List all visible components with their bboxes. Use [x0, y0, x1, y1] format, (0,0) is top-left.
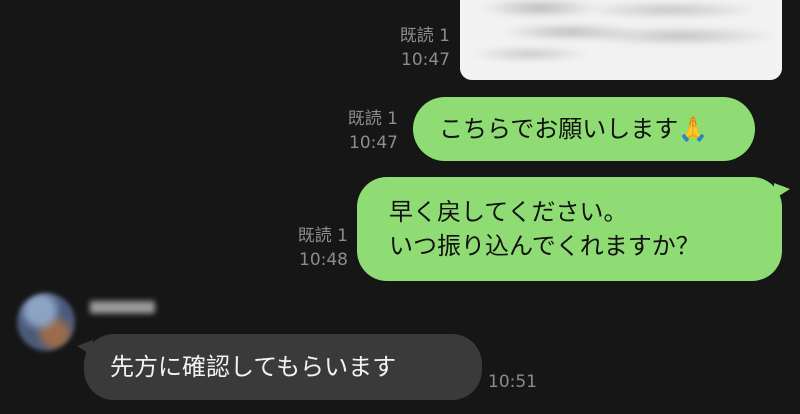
sender-avatar[interactable] [17, 293, 75, 351]
read-receipt: 既読 1 [399, 26, 450, 46]
outgoing-message-bubble[interactable]: 早く戻してください。 いつ振り込んでくれますか？ [357, 177, 790, 281]
sender-name-blurred: ▆▆▆▆▆▆ [90, 298, 155, 314]
message-text-line: 早く戻してください。 [389, 198, 628, 226]
message-meta: 既読 1 10:47 [372, 24, 450, 72]
blurred-image-content [460, 0, 782, 80]
message-meta: 既読 1 10:48 [270, 224, 348, 272]
message-time: 10:51 [488, 372, 537, 392]
outgoing-message-bubble[interactable]: こちらでお願いします🙏 [413, 97, 755, 161]
message-text-line: いつ振り込んでくれますか？ [389, 232, 700, 260]
message-time: 10:47 [349, 133, 398, 153]
incoming-message-bubble[interactable]: 先方に確認してもらいます [77, 334, 482, 400]
message-meta: 既読 1 10:47 [320, 107, 398, 155]
image-message[interactable] [460, 0, 782, 80]
message-time: 10:48 [299, 250, 348, 270]
message-time: 10:47 [401, 50, 450, 70]
message-text: こちらでお願いします🙏 [439, 115, 709, 143]
message-text: 先方に確認してもらいます [110, 353, 397, 381]
read-receipt: 既読 1 [347, 109, 398, 129]
bubble-tail [77, 340, 93, 356]
bubble-tail [774, 183, 790, 199]
read-receipt: 既読 1 [297, 226, 348, 246]
